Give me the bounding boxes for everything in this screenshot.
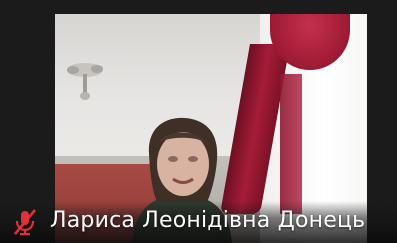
microphone-muted-icon <box>14 209 36 236</box>
curtain-tail <box>280 74 302 214</box>
participant-name: Лариса Леонідівна Донець <box>50 208 366 233</box>
chandelier <box>67 63 103 100</box>
video-tile[interactable]: Лариса Леонідівна Донець <box>0 0 397 243</box>
